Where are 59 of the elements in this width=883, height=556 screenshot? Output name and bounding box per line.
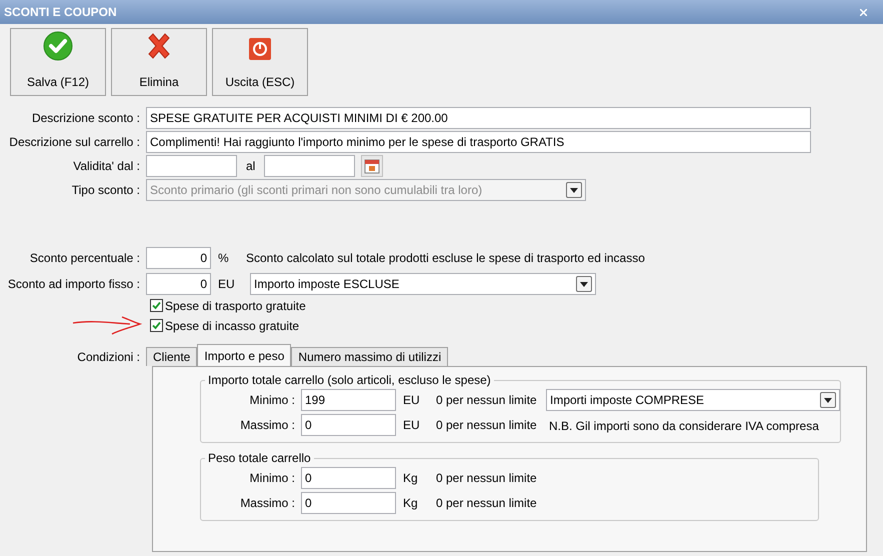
input-field[interactable]: 0 (146, 273, 211, 295)
field-label: Sconto percentuale : (30, 251, 140, 265)
note-text: Sconto calcolato sul totale prodotti escluse le spese di trasporto ed incasso (246, 250, 645, 267)
calendar-icon (364, 158, 380, 174)
field-label: Condizioni : (77, 350, 140, 364)
unit-label: EU (218, 276, 236, 293)
unit-label: EU (403, 392, 421, 409)
toolbar-button[interactable]: Elimina (111, 28, 207, 96)
field-label: Minimo : (250, 393, 295, 407)
input-field[interactable]: 0 (301, 492, 396, 514)
caret-icon (570, 188, 578, 192)
tab[interactable]: Cliente (146, 347, 198, 366)
field-label: Descrizione sul carrello : (9, 135, 140, 149)
input-field[interactable]: 0 (146, 247, 211, 269)
dropdown-field[interactable]: Importo imposte ESCLUSE (250, 273, 596, 295)
window-title: SCONTI E COUPON (4, 4, 117, 21)
dropdown-button[interactable] (576, 276, 592, 292)
hint-text: 0 per nessun limite (436, 417, 538, 434)
field-label: Descrizione sconto : (32, 111, 140, 125)
caret-icon (580, 282, 588, 286)
calendar-button[interactable] (361, 155, 384, 177)
field-label: Massimo : (240, 418, 295, 432)
hint-text: 0 per nessun limite (436, 392, 538, 409)
input-field[interactable]: Complimenti! Hai raggiunto l'importo minimo per le spese di trasporto GRATIS (146, 131, 811, 153)
input-field[interactable]: SPESE GRATUITE PER ACQUISTI MINIMI DI € 200.00 (146, 107, 811, 129)
close-icon[interactable] (860, 8, 867, 16)
unit-label: Kg (403, 470, 419, 487)
check-icon (43, 31, 73, 61)
power-icon (248, 37, 272, 61)
input-field[interactable]: 0 (301, 467, 396, 489)
unit-label: % (218, 250, 230, 267)
field-label: Minimo : (250, 471, 295, 485)
input-field[interactable]: 199 (301, 389, 396, 411)
group-title: Importo totale carrello (solo articoli, escluso le spese) (208, 373, 491, 387)
group-title: Peso totale carrello (208, 451, 311, 465)
checkbox[interactable] (150, 299, 163, 312)
dropdown-button[interactable] (820, 392, 836, 408)
checkbox-label: Spese di incasso gratuite (165, 318, 300, 334)
field-label: Validita' dal : (73, 159, 140, 173)
unit-label: Kg (403, 495, 419, 512)
field-label: Tipo sconto : (72, 183, 140, 197)
hint-text: 0 per nessun limite (436, 495, 538, 512)
hint-text: 0 per nessun limite (436, 470, 538, 487)
tab[interactable]: Numero massimo di utilizzi (291, 347, 448, 366)
field-label: Sconto ad importo fisso : (8, 277, 140, 291)
caret-icon (824, 398, 832, 402)
field-label: al (246, 158, 256, 175)
input-field[interactable] (146, 155, 237, 177)
unit-label: EU (403, 417, 421, 434)
toolbar-button[interactable]: Uscita (ESC) (212, 28, 308, 96)
checkbox[interactable] (150, 319, 163, 332)
tab[interactable]: Importo e peso (197, 344, 292, 366)
checkbox-label: Spese di trasporto gratuite (165, 298, 306, 314)
input-field[interactable] (264, 155, 356, 177)
field-label: Massimo : (240, 496, 295, 510)
note-text: N.B. Gil importi sono da considerare IVA compresa (549, 418, 820, 435)
input-field[interactable]: 0 (301, 414, 396, 436)
dropdown-field[interactable]: Importi imposte COMPRESE (546, 389, 840, 411)
toolbar-button[interactable]: Salva (F12) (10, 28, 106, 96)
